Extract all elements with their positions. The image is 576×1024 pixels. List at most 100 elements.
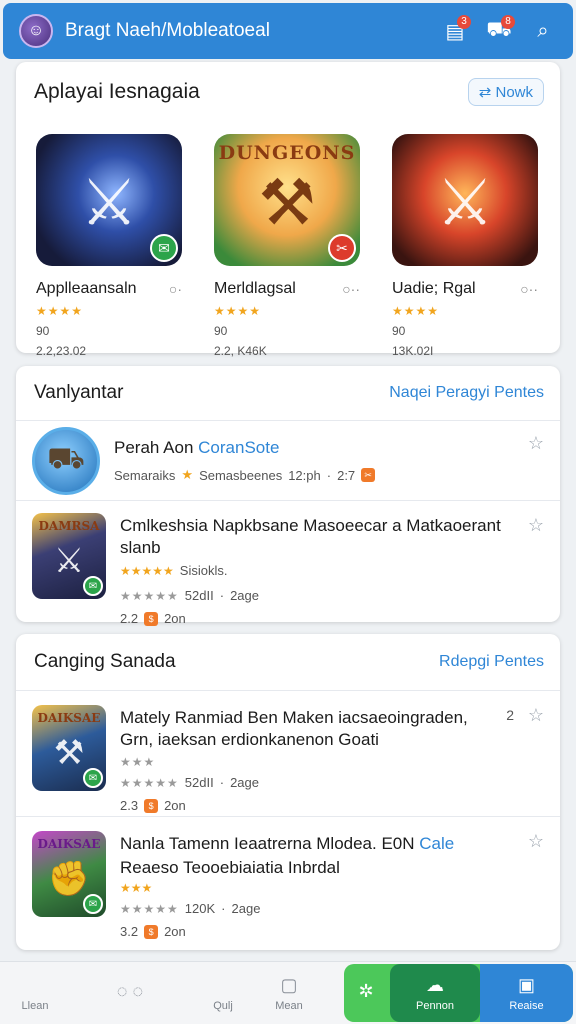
count-text: 2:7: [337, 467, 356, 483]
separator: ·: [326, 467, 332, 483]
bottom-navigation: Llean ◌ ◌ Qulj ▢ Mean ✲ ☁ Pennon ▣ Reais…: [0, 961, 576, 1024]
app-meta: 13K.02I: [392, 344, 434, 358]
list-item-title: Cmlkeshsia Napkbsane Masoeecar a Matkaoe…: [120, 516, 501, 557]
featured-app-1[interactable]: ⚔ ✉ Applleaansaln ○· ★★★★ 90 2.2,23.02: [36, 134, 182, 358]
fighter-art-icon: ✊: [47, 860, 91, 899]
list-item-meta: ★★★★★ 52dII · 2age: [120, 775, 502, 790]
list-item-meta: ★★★★★ 52dII · 2age: [120, 588, 542, 603]
link-icon: ⇄: [478, 84, 492, 101]
nav-item-reaise[interactable]: ▣ Reaise: [480, 962, 573, 1024]
download-count: 2: [506, 707, 514, 723]
section-vanlyantar: Vanlyantar Naqei Peragyi Pentes ⛟ Perah …: [16, 366, 560, 626]
category-text: Semaraiks: [114, 467, 176, 483]
rating-stars: ★★★: [120, 881, 153, 895]
nav-item-pennon[interactable]: ☁ Pennon: [390, 962, 480, 1024]
more-button-label: Nowk: [495, 84, 533, 101]
message-icon: ▢: [280, 975, 298, 995]
list-item[interactable]: ⛟ Perah Aon CoranSote Semaraiks ★ Semasb…: [16, 420, 560, 500]
bookmark-star-icon[interactable]: ☆: [528, 705, 544, 726]
warrior-art-icon: ⚔: [80, 166, 138, 239]
featured-app-3[interactable]: ⚔ Uadie; Rgal ○·· ★★★★ 90 13K.02I: [392, 134, 538, 358]
gift-icon: ▣: [517, 975, 535, 995]
chat-badge-icon: ✉: [83, 768, 103, 788]
price-text: 2.3: [120, 798, 139, 813]
list-item-price: 2.2 $ 2on: [120, 611, 542, 626]
avatar[interactable]: ☺: [19, 14, 53, 48]
list-item[interactable]: DAIKSAE ⚒ ✉ Mately Ranmiad Ben Maken iac…: [16, 690, 560, 816]
list-item-title: Nanla Tamenn Ieaatrerna Mlodea. E0N Cale: [120, 833, 512, 855]
see-all-link[interactable]: Naqei Peragyi Pentes: [389, 384, 544, 402]
more-button[interactable]: ⇄ Nowk: [467, 78, 544, 106]
extra-text: 2on: [164, 924, 186, 939]
app-icon: DAIKSAE ⚒ ✉: [32, 705, 106, 791]
size-text: 52dII: [184, 775, 214, 790]
price-tag-icon: $: [144, 924, 159, 939]
rating-stars: ★★★★: [36, 304, 84, 318]
search-icon[interactable]: ⌕: [527, 15, 559, 47]
separator: ·: [221, 901, 226, 916]
comment-icon[interactable]: ○··: [342, 281, 360, 297]
chat-badge-icon: ✉: [83, 576, 103, 596]
notifications-icon[interactable]: ▤ 3: [439, 15, 471, 47]
chat-badge-icon: ✉: [83, 894, 103, 914]
list-item-meta: Semaraiks ★ Semasbeenes 12:ph · 2:7 ✂: [114, 467, 542, 483]
see-all-link[interactable]: Rdepgi Pentes: [439, 653, 544, 671]
notification-badge: 3: [457, 15, 471, 29]
app-icon: ⛟: [32, 427, 100, 495]
nav-label: Qulj: [213, 1000, 233, 1012]
price-text: 2.2: [120, 611, 139, 626]
app-icon: DAMRSA ⚔ ✉: [32, 513, 106, 599]
nav-item-tools[interactable]: ✲: [344, 962, 388, 1024]
section-canging-sanada: Canging Sanada Rdepgi Pentes DAIKSAE ⚒ ✉…: [16, 634, 560, 950]
hero-art-icon: ⚒: [258, 166, 316, 239]
list-item[interactable]: DAMRSA ⚔ ✉ Cmlkeshsia Napkbsane Masoeeca…: [16, 500, 560, 626]
nav-item-home[interactable]: Llean: [10, 962, 60, 1024]
subtitle-text: Sisiokls.: [179, 563, 228, 578]
list-item-subtitle: Reaeso Teooebiaiatia Inbrdal: [120, 858, 340, 877]
list-item[interactable]: DAIKSAE ✊ ✉ Nanla Tamenn Ieaatrerna Mlod…: [16, 816, 560, 948]
nav-item-chat[interactable]: ◌ ◌: [100, 962, 160, 1024]
knight-art-icon: ⚔: [436, 166, 494, 239]
list-item-rating: ★★★: [120, 881, 512, 895]
featured-app-name: Merldlagsal: [214, 280, 296, 297]
app-title: Bragt Naeh/Mobleatoeal: [65, 20, 270, 41]
featured-app-2[interactable]: DUNGEONS ⚒ ✂ Merldlagsal ○·· ★★★★ 90 2.2…: [214, 134, 360, 358]
age-text: 2age: [231, 901, 261, 916]
bookmark-star-icon[interactable]: ☆: [528, 515, 544, 536]
featured-title: Aplayai Iesnagaia: [34, 80, 200, 103]
cart-icon[interactable]: ⛟ 8: [483, 15, 515, 47]
game-logo: DUNGEONS: [218, 142, 356, 164]
featured-app-name: Applleaansaln: [36, 280, 137, 297]
comment-icon[interactable]: ○··: [520, 281, 538, 297]
price-tag-icon: $: [144, 611, 159, 626]
list-item-title: Mately Ranmiad Ben Maken iacsaeoingraden…: [120, 708, 468, 749]
extra-text: 2on: [164, 611, 186, 626]
featured-app-art: ⚔: [392, 134, 538, 266]
app-icon: DAIKSAE ✊ ✉: [32, 831, 106, 917]
grey-rating-stars: ★★★★★: [120, 901, 179, 916]
grey-rating-stars: ★★★★★: [120, 775, 179, 790]
extra-text: 2on: [164, 798, 186, 813]
list-item-price: 2.3 $ 2on: [120, 798, 502, 813]
nav-label: Mean: [275, 1000, 303, 1012]
bookmark-star-icon[interactable]: ☆: [528, 433, 544, 454]
hero-art-icon: ⚒: [53, 734, 85, 773]
nav-item-quiz[interactable]: Qulj: [200, 962, 246, 1024]
bookmark-star-icon[interactable]: ☆: [528, 831, 544, 852]
comment-icon[interactable]: ○·: [169, 281, 182, 297]
top-app-bar: ☺ Bragt Naeh/Mobleatoeal ▤ 3 ⛟ 8 ⌕: [3, 3, 573, 59]
review-count: 90: [214, 324, 228, 338]
section-title: Vanlyantar: [34, 382, 124, 403]
home-icon: [32, 975, 37, 996]
game-logo: DAIKSAE: [37, 711, 101, 725]
star-icon: ★: [181, 467, 194, 482]
community-icon: ☁: [426, 975, 444, 995]
size-text: 120K: [184, 901, 216, 916]
price-tag-icon: $: [144, 798, 159, 813]
nav-item-messages[interactable]: ▢ Mean: [264, 962, 314, 1024]
cart-badge: 8: [501, 15, 515, 29]
size-text: 52dII: [184, 588, 214, 603]
chat-badge-icon: ✉: [150, 234, 178, 262]
chat-bubbles-icon: ◌ ◌: [116, 981, 144, 1001]
game-logo: DAIKSAE: [37, 837, 101, 851]
